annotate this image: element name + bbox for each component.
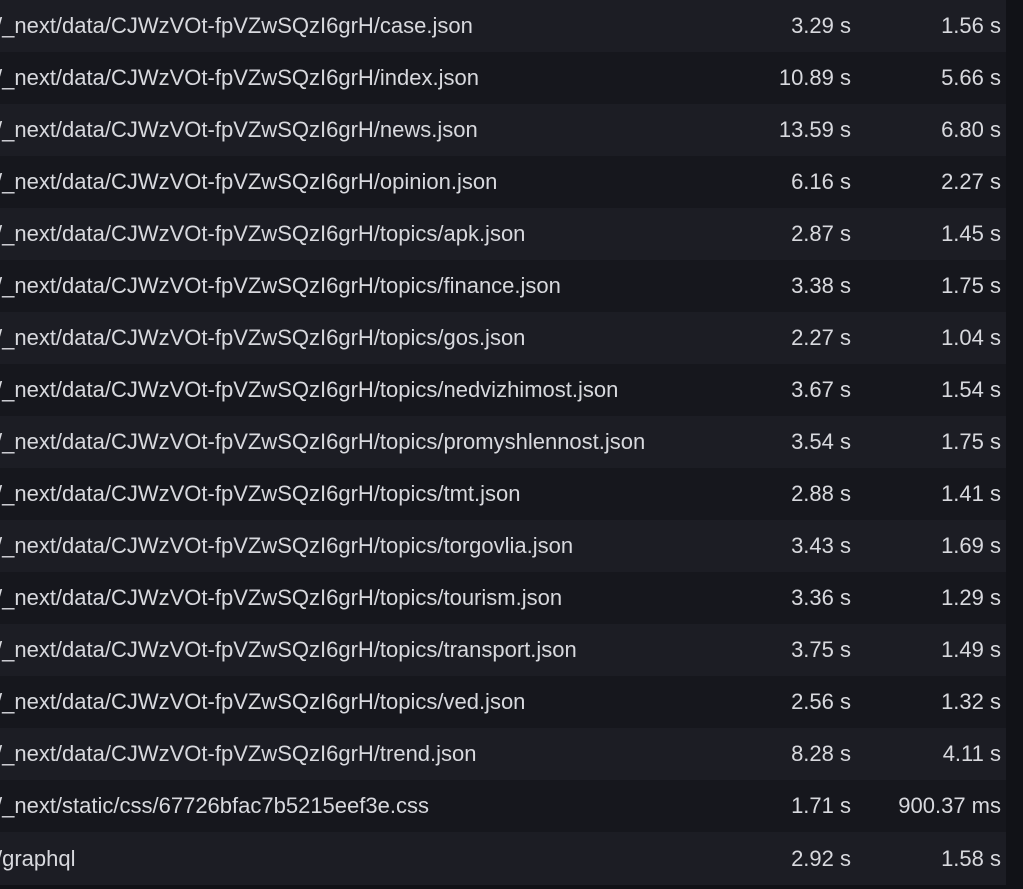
request-path-cell: /_next/data/CJWzVOt-fpVZwSQzI6grH/topics… — [0, 533, 574, 558]
timing-cell-2: 1.04 s — [941, 325, 1001, 350]
table-row[interactable]: /_next/data/CJWzVOt-fpVZwSQzI6grH/topics… — [0, 416, 1006, 468]
timing-cell-1: 3.38 s — [791, 273, 851, 298]
timing-cell-1: 2.27 s — [791, 325, 851, 350]
request-path-cell: /_next/data/CJWzVOt-fpVZwSQzI6grH/trend.… — [0, 741, 477, 766]
request-path-cell: /_next/data/CJWzVOt-fpVZwSQzI6grH/topics… — [0, 429, 646, 454]
timing-cell-2: 4.11 s — [942, 741, 1001, 766]
timing-cell-1: 6.16 s — [791, 169, 851, 194]
request-path-cell: /_next/data/CJWzVOt-fpVZwSQzI6grH/topics… — [0, 689, 526, 714]
timing-cell-2: 6.80 s — [941, 117, 1001, 142]
table-row[interactable]: /_next/data/CJWzVOt-fpVZwSQzI6grH/topics… — [0, 520, 1006, 572]
request-path-cell: /_next/data/CJWzVOt-fpVZwSQzI6grH/opinio… — [0, 169, 498, 194]
timing-cell-1: 3.29 s — [791, 13, 851, 38]
request-path-cell: /_next/data/CJWzVOt-fpVZwSQzI6grH/index.… — [0, 65, 479, 90]
timing-cell-1: 10.89 s — [778, 65, 851, 90]
timing-cell-2: 1.75 s — [941, 429, 1001, 454]
timing-cell-2: 900.37 ms — [898, 793, 1001, 818]
request-path-cell: /_next/data/CJWzVOt-fpVZwSQzI6grH/news.j… — [0, 117, 478, 142]
timing-cell-2: 1.49 s — [941, 637, 1001, 662]
request-path-cell: /_next/data/CJWzVOt-fpVZwSQzI6grH/topics… — [0, 481, 521, 506]
request-path-cell: /_next/data/CJWzVOt-fpVZwSQzI6grH/topics… — [0, 273, 561, 298]
request-timing-table: /_next/data/CJWzVOt-fpVZwSQzI6grH/case.j… — [0, 0, 1023, 889]
table-row[interactable]: /_next/data/CJWzVOt-fpVZwSQzI6grH/topics… — [0, 260, 1006, 312]
timing-cell-1: 1.71 s — [791, 793, 851, 818]
timing-cell-2: 5.66 s — [941, 65, 1001, 90]
timing-cell-1: 8.28 s — [791, 741, 851, 766]
timing-cell-1: 3.67 s — [791, 377, 851, 402]
timing-cell-1: 2.92 s — [791, 845, 851, 871]
table-row[interactable]: /_next/data/CJWzVOt-fpVZwSQzI6grH/trend.… — [0, 728, 1006, 780]
table-row[interactable]: /_next/data/CJWzVOt-fpVZwSQzI6grH/topics… — [0, 676, 1006, 728]
table-row[interactable]: /_next/data/CJWzVOt-fpVZwSQzI6grH/topics… — [0, 624, 1006, 676]
timing-cell-2: 1.45 s — [941, 221, 1001, 246]
table-body: /_next/data/CJWzVOt-fpVZwSQzI6grH/case.j… — [0, 0, 1023, 885]
timing-cell-2: 1.56 s — [941, 13, 1001, 38]
timing-cell-2: 1.29 s — [941, 585, 1001, 610]
request-path-cell: /_next/data/CJWzVOt-fpVZwSQzI6grH/topics… — [0, 221, 526, 246]
timing-cell-1: 3.75 s — [791, 637, 851, 662]
request-path-cell: /_next/data/CJWzVOt-fpVZwSQzI6grH/topics… — [0, 377, 619, 402]
timing-cell-1: 2.87 s — [791, 221, 851, 246]
scrollbar-track[interactable] — [1006, 0, 1023, 889]
timing-cell-1: 3.36 s — [791, 585, 851, 610]
table-row[interactable]: /_next/data/CJWzVOt-fpVZwSQzI6grH/topics… — [0, 572, 1006, 624]
table-row[interactable]: /_next/data/CJWzVOt-fpVZwSQzI6grH/index.… — [0, 52, 1006, 104]
table-row[interactable]: /_next/data/CJWzVOt-fpVZwSQzI6grH/topics… — [0, 312, 1006, 364]
table-row[interactable]: /_next/data/CJWzVOt-fpVZwSQzI6grH/topics… — [0, 468, 1006, 520]
table-row[interactable]: /_next/data/CJWzVOt-fpVZwSQzI6grH/opinio… — [0, 156, 1006, 208]
request-path-cell: /_next/static/css/67726bfac7b5215eef3e.c… — [0, 793, 429, 818]
table-row[interactable]: /_next/static/css/67726bfac7b5215eef3e.c… — [0, 780, 1006, 832]
table-row[interactable]: /_next/data/CJWzVOt-fpVZwSQzI6grH/topics… — [0, 208, 1006, 260]
timing-cell-1: 3.43 s — [791, 533, 851, 558]
table-row[interactable]: /_next/data/CJWzVOt-fpVZwSQzI6grH/news.j… — [0, 104, 1006, 156]
timing-cell-2: 1.69 s — [941, 533, 1001, 558]
request-path-cell: /_next/data/CJWzVOt-fpVZwSQzI6grH/topics… — [0, 325, 526, 350]
timing-cell-2: 1.32 s — [941, 689, 1001, 714]
timing-cell-2: 1.75 s — [941, 273, 1001, 298]
timing-cell-1: 13.59 s — [778, 117, 851, 142]
table-row[interactable]: /_next/data/CJWzVOt-fpVZwSQzI6grH/case.j… — [0, 0, 1006, 52]
timing-cell-2: 2.27 s — [941, 169, 1001, 194]
timing-cell-2: 1.41 s — [941, 481, 1001, 506]
timing-cell-1: 2.56 s — [791, 689, 851, 714]
timing-cell-1: 3.54 s — [791, 429, 851, 454]
request-path-cell: /_next/data/CJWzVOt-fpVZwSQzI6grH/case.j… — [0, 13, 473, 38]
request-path-cell: /graphql — [0, 845, 76, 871]
table-row[interactable]: /graphql 2.92 s 1.58 s — [0, 832, 1006, 885]
request-path-cell: /_next/data/CJWzVOt-fpVZwSQzI6grH/topics… — [0, 637, 577, 662]
request-path-cell: /_next/data/CJWzVOt-fpVZwSQzI6grH/topics… — [0, 585, 563, 610]
timing-cell-2: 1.58 s — [941, 845, 1001, 871]
timing-cell-1: 2.88 s — [791, 481, 851, 506]
timing-cell-2: 1.54 s — [941, 377, 1001, 402]
table-row[interactable]: /_next/data/CJWzVOt-fpVZwSQzI6grH/topics… — [0, 364, 1006, 416]
